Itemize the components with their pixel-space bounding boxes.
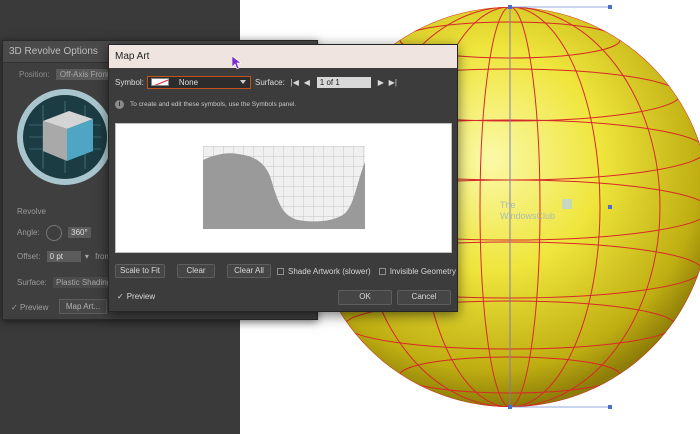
info-row: i To create and edit these symbols, use … xyxy=(115,100,296,109)
symbol-dropdown[interactable]: None xyxy=(146,75,251,89)
cube-icon xyxy=(29,101,101,173)
info-text: To create and edit these symbols, use th… xyxy=(130,101,297,108)
surface-select[interactable]: Plastic Shading xyxy=(53,277,115,288)
surface-row: Surface: Plastic Shading xyxy=(17,277,115,288)
watermark-line1: The xyxy=(500,200,516,210)
shade-artwork-label: Shade Artwork (slower) xyxy=(288,266,371,276)
rotation-track-cube[interactable] xyxy=(17,89,113,185)
none-swatch-icon xyxy=(150,78,169,86)
map-art-title[interactable]: Map Art xyxy=(109,45,457,68)
watermark: The WindowsClub xyxy=(500,200,555,222)
info-icon: i xyxy=(115,100,124,109)
offset-row: Offset: 0 pt ▾ from xyxy=(17,251,111,262)
angle-row: Angle: 360° xyxy=(17,225,91,241)
revolve-section-label: Revolve xyxy=(17,207,46,216)
checkbox-icon xyxy=(277,267,284,275)
map-art-button[interactable]: Map Art... xyxy=(59,299,107,314)
symbol-row: Symbol: None xyxy=(115,75,251,89)
surface-preview-canvas[interactable] xyxy=(115,123,452,253)
symbol-label: Symbol: xyxy=(115,77,144,87)
shade-artwork-checkbox[interactable]: Shade Artwork (slower) xyxy=(277,267,371,276)
position-label: Position: xyxy=(19,70,50,79)
first-surface-icon[interactable]: |◀ xyxy=(289,76,301,88)
check-icon: ✓ xyxy=(11,303,18,312)
watermark-line2: WindowsClub xyxy=(500,211,556,221)
action-row: Scale to Fit Clear Clear All Shade Artwo… xyxy=(115,264,456,278)
offset-field[interactable]: 0 pt xyxy=(46,251,81,262)
scale-to-fit-button[interactable]: Scale to Fit xyxy=(115,264,165,278)
ok-button[interactable]: OK xyxy=(338,290,392,305)
cancel-button[interactable]: Cancel xyxy=(397,290,451,305)
check-icon: ✓ xyxy=(117,292,124,301)
next-surface-icon[interactable]: ▶ xyxy=(375,76,387,88)
surface-label: Surface: xyxy=(255,77,285,87)
surface-page-field[interactable]: 1 of 1 xyxy=(316,76,371,88)
revolve-preview-label: Preview xyxy=(19,303,49,312)
invisible-geometry-checkbox[interactable]: Invisible Geometry xyxy=(378,266,456,276)
angle-field[interactable]: 360° xyxy=(68,227,91,239)
angle-dial[interactable] xyxy=(45,225,62,241)
last-surface-icon[interactable]: ▶| xyxy=(387,76,399,88)
map-art-preview-checkbox[interactable]: ✓ Preview xyxy=(117,292,155,301)
surface-label: Surface: xyxy=(17,278,47,287)
position-select[interactable]: Off-Axis Front xyxy=(55,69,114,80)
map-art-dialog: Map Art Symbol: None Surface: |◀ ◀ 1 of … xyxy=(108,44,458,312)
revolve-preview-checkbox[interactable]: ✓ Preview xyxy=(11,303,48,312)
chevron-down-icon xyxy=(239,80,246,84)
checkbox-icon xyxy=(378,267,386,275)
surface-nav: Surface: |◀ ◀ 1 of 1 ▶ ▶| xyxy=(255,75,399,89)
mouse-cursor-icon xyxy=(232,56,242,70)
clear-all-button[interactable]: Clear All xyxy=(227,264,271,278)
offset-label: Offset: xyxy=(17,252,41,261)
surface-map-graphic xyxy=(203,146,365,229)
offset-stepper-icon[interactable]: ▾ xyxy=(85,252,89,261)
clear-button[interactable]: Clear xyxy=(177,264,215,278)
symbol-value: None xyxy=(178,77,199,87)
angle-label: Angle: xyxy=(17,228,40,238)
position-row: Position: Off-Axis Front xyxy=(19,69,114,80)
prev-surface-icon[interactable]: ◀ xyxy=(301,76,313,88)
invisible-geometry-label: Invisible Geometry xyxy=(389,266,456,276)
map-art-preview-label: Preview xyxy=(126,292,156,301)
